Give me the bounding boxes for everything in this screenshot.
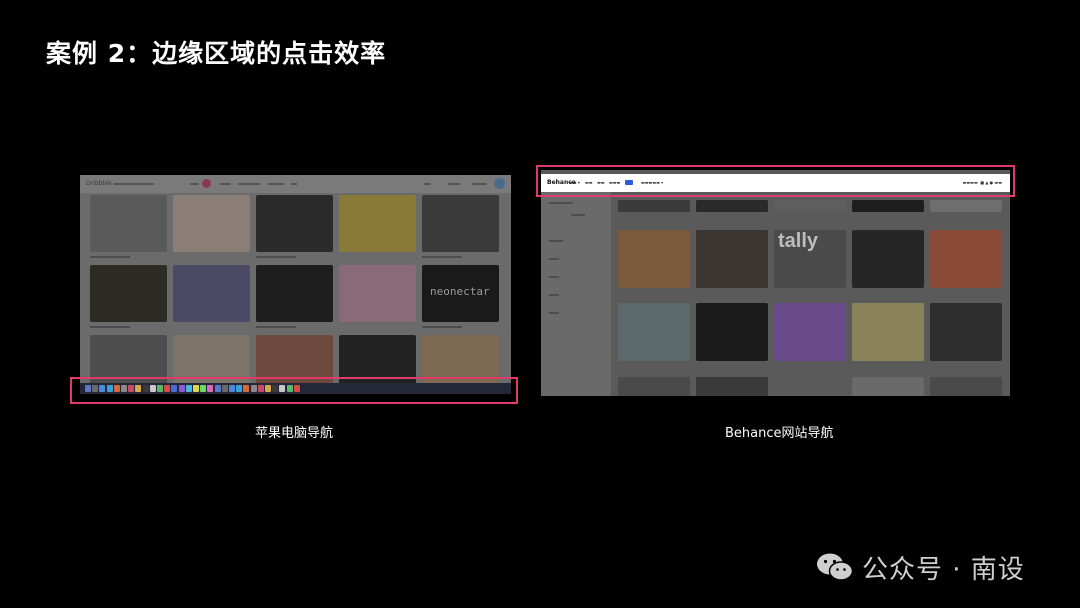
browser-top-bar: Dribbble — [80, 175, 511, 193]
nav-badge — [202, 179, 211, 188]
avatar — [494, 178, 505, 189]
nav-item — [220, 183, 230, 185]
shot-tile — [90, 195, 167, 252]
nav-item — [268, 183, 284, 185]
filter-item — [549, 240, 563, 242]
project-tile — [852, 303, 924, 361]
search-bar — [114, 183, 154, 185]
left-caption: 苹果电脑导航 — [255, 426, 334, 441]
dock-highlight-box — [70, 377, 518, 404]
mac-dribbble-screenshot: Dribbble neonectar — [80, 175, 511, 394]
tile-wordmark: tally — [778, 230, 819, 252]
nav-button — [472, 183, 486, 185]
project-tile — [930, 303, 1002, 361]
project-tile — [852, 377, 924, 396]
filter-item — [549, 312, 559, 314]
watermark-text: 公众号 · 南设 — [862, 555, 1025, 585]
project-tile — [696, 230, 768, 288]
filter-item — [571, 214, 585, 216]
project-tile — [774, 377, 846, 396]
filter-item — [549, 276, 559, 278]
nav-item — [238, 183, 260, 185]
tile-meta — [90, 326, 130, 328]
tile-meta — [422, 256, 462, 258]
filter-item — [549, 202, 573, 204]
nav-item — [291, 183, 297, 185]
project-tile: tally — [774, 230, 846, 288]
nav-item — [190, 183, 198, 185]
project-tile — [618, 230, 690, 288]
project-tile — [618, 303, 690, 361]
project-tile — [852, 230, 924, 288]
project-tile — [774, 303, 846, 361]
filter-item — [549, 294, 559, 296]
wechat-icon — [817, 553, 854, 581]
shot-tile — [339, 265, 416, 322]
project-tile — [930, 200, 1002, 212]
shot-tile — [173, 265, 250, 322]
nav-button — [448, 183, 460, 185]
slide-title: 案例 2：边缘区域的点击效率 — [46, 39, 387, 68]
project-tile — [696, 377, 768, 396]
project-tile — [774, 200, 846, 212]
tile-wordmark: neonectar — [430, 285, 490, 298]
project-tile — [696, 200, 768, 212]
behance-screenshot: Behance ▬▬ ▾ ▬▬ ▬▬ ▬▬▬ ▬▬▬▬▬ ▾ ▬▬▬▬ ■ ▲ … — [541, 170, 1010, 396]
filter-sidebar — [541, 192, 611, 396]
site-logo: Dribbble — [86, 180, 112, 187]
shot-tile: neonectar — [422, 265, 499, 322]
shot-tile — [422, 195, 499, 252]
tile-meta — [256, 326, 296, 328]
tile-meta — [90, 256, 130, 258]
project-tile — [930, 230, 1002, 288]
shot-tile — [173, 195, 250, 252]
project-tile — [930, 377, 1002, 396]
watermark: 公众号 · 南设 — [816, 548, 1056, 585]
project-tile — [618, 200, 690, 212]
project-tile — [852, 200, 924, 212]
nav-highlight-box — [536, 165, 1015, 197]
shot-tile — [339, 195, 416, 252]
shot-tile — [90, 265, 167, 322]
filter-item — [549, 258, 559, 260]
nav-icon — [424, 183, 430, 185]
tile-meta — [422, 326, 462, 328]
shot-tile — [256, 265, 333, 322]
project-tile — [696, 303, 768, 361]
shot-tile — [256, 195, 333, 252]
tile-meta — [256, 256, 296, 258]
project-tile — [618, 377, 690, 396]
right-caption: Behance网站导航 — [725, 426, 834, 441]
